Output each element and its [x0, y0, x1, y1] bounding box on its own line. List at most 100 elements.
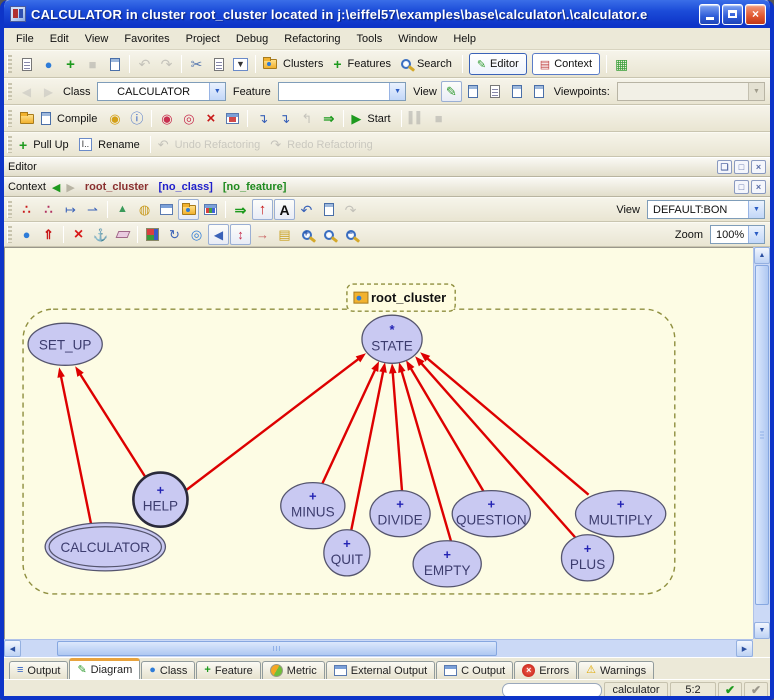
class-toolbar-grip[interactable] — [7, 83, 12, 101]
context-cluster-link[interactable]: root_cluster — [85, 181, 149, 193]
tab-c-output[interactable]: C Output — [436, 661, 513, 679]
cancel-compile-icon[interactable]: × — [200, 108, 221, 129]
clickable-view-icon[interactable] — [463, 81, 484, 102]
class-node-calculator[interactable]: CALCULATOR — [45, 523, 165, 571]
diagram-view-combo[interactable]: DEFAULT:BON▼ — [647, 200, 765, 219]
diagram-undo-icon[interactable]: ↶ — [296, 199, 317, 220]
external-commands-icon[interactable]: ▦ — [611, 54, 632, 75]
close-panel-icon[interactable]: × — [751, 160, 766, 174]
delete-icon[interactable]: × — [68, 224, 89, 245]
editor-button[interactable]: ✎Editor — [469, 53, 527, 75]
note-tool-icon[interactable]: ▤ — [274, 224, 295, 245]
finalize-icon[interactable] — [222, 108, 243, 129]
contract-view-icon[interactable] — [507, 81, 528, 102]
menu-project[interactable]: Project — [178, 30, 228, 48]
quick-melt-icon[interactable]: ◎ — [178, 108, 199, 129]
cut-icon[interactable]: ✂ — [186, 54, 207, 75]
menu-refactoring[interactable]: Refactoring — [276, 30, 348, 48]
class-node-plus[interactable]: +PLUS — [561, 535, 613, 581]
menu-favorites[interactable]: Favorites — [116, 30, 177, 48]
features-button[interactable]: +Features — [330, 54, 397, 75]
paste-icon[interactable]: ▼ — [230, 54, 251, 75]
step-into-icon[interactable]: ↴ — [274, 108, 295, 129]
feature-combo-arrow-icon[interactable]: ▼ — [389, 83, 405, 100]
close-context-icon[interactable]: × — [751, 180, 766, 194]
compile-button[interactable]: Compile — [38, 108, 103, 129]
tab-metric[interactable]: Metric — [262, 661, 325, 679]
inheritance-layout-icon[interactable]: ↑ — [252, 199, 273, 220]
horizontal-scrollbar[interactable]: ◀ ▶ — [4, 639, 753, 657]
class-node-question[interactable]: +QUESTION — [452, 491, 530, 537]
eraser-icon[interactable] — [112, 224, 133, 245]
copy-icon[interactable] — [208, 54, 229, 75]
tab-class[interactable]: ●Class — [141, 661, 195, 679]
refresh-diagram-icon[interactable]: ◎ — [186, 224, 207, 245]
diagram-toolbar-2-grip[interactable] — [7, 226, 12, 242]
maximize-panel-icon[interactable]: □ — [734, 160, 749, 174]
class-node-minus[interactable]: +MINUS — [281, 483, 345, 529]
tab-diagram[interactable]: ✎Diagram — [69, 658, 140, 679]
class-node-state[interactable]: *STATE — [362, 315, 422, 363]
freeze-icon[interactable]: ◉ — [104, 108, 125, 129]
save-all-icon[interactable] — [104, 54, 125, 75]
step-over-icon[interactable]: ↴ — [252, 108, 273, 129]
rename-button[interactable]: I..Rename — [76, 134, 146, 155]
text-view-icon[interactable]: ✎ — [441, 81, 462, 102]
menu-debug[interactable]: Debug — [228, 30, 276, 48]
start-button[interactable]: ▶Start — [348, 108, 396, 129]
cluster-view-icon[interactable] — [178, 199, 199, 220]
interface-view-icon[interactable] — [529, 81, 550, 102]
menu-help[interactable]: Help — [445, 30, 484, 48]
edge-divide-inherits-state[interactable] — [389, 363, 402, 491]
compile-toolbar-grip[interactable] — [7, 110, 12, 128]
force-layout-icon[interactable]: ⇒ — [230, 199, 251, 220]
diagram-toolbar-1-grip[interactable] — [7, 201, 12, 217]
context-button[interactable]: ▤Context — [532, 53, 600, 75]
scroll-right-icon[interactable]: ▶ — [736, 640, 753, 657]
zoom-in-icon[interactable]: + — [296, 224, 317, 245]
scroll-down-icon[interactable]: ▼ — [754, 622, 770, 639]
menu-file[interactable]: File — [8, 30, 42, 48]
class-view-icon[interactable] — [200, 199, 221, 220]
diagram-canvas[interactable]: root_clusterSET_UP*STATE+HELPCALCULATOR+… — [4, 247, 753, 639]
class-combo-arrow-icon[interactable]: ▼ — [209, 83, 225, 100]
fit-selection-icon[interactable]: ⇑ — [38, 224, 59, 245]
class-node-set_up[interactable]: SET_UP — [28, 323, 102, 365]
melt-icon[interactable]: ◉ — [156, 108, 177, 129]
context-feature-link[interactable]: [no_feature] — [223, 181, 287, 193]
menu-view[interactable]: View — [77, 30, 117, 48]
class-combo[interactable]: CALCULATOR▼ — [97, 82, 225, 101]
tab-errors[interactable]: ×Errors — [514, 661, 577, 679]
maximize-button[interactable] — [722, 4, 743, 25]
clusters-button[interactable]: Clusters — [260, 54, 329, 75]
refactor-toolbar-grip[interactable] — [7, 136, 12, 152]
close-button[interactable]: × — [745, 4, 766, 25]
remove-anchor-icon[interactable]: ⚓ — [90, 224, 111, 245]
menu-tools[interactable]: Tools — [349, 30, 391, 48]
edge-multiply-inherits-state[interactable] — [420, 352, 588, 494]
tab-warnings[interactable]: ⚠Warnings — [578, 661, 654, 679]
search-button[interactable]: Search — [398, 54, 458, 75]
sort-links-icon[interactable]: ↕ — [230, 224, 251, 245]
float-panel-icon[interactable]: ❏ — [717, 160, 732, 174]
diagram-zoom-combo-arrow-icon[interactable]: ▼ — [748, 226, 764, 243]
feature-combo[interactable]: ▼ — [278, 82, 406, 101]
inheritance-link-tool-icon[interactable]: ⇀ — [82, 199, 103, 220]
menu-window[interactable]: Window — [390, 30, 445, 48]
ignore-breakpoints-icon[interactable]: ⇒ — [318, 108, 339, 129]
vertical-scroll-thumb[interactable] — [755, 265, 769, 605]
class-node-divide[interactable]: +DIVIDE — [370, 491, 430, 537]
maximize-context-icon[interactable]: □ — [734, 180, 749, 194]
vertical-scrollbar[interactable]: ▲ ▼ — [753, 247, 770, 639]
flat-view-icon[interactable] — [485, 81, 506, 102]
client-link-tool-icon[interactable]: ↦ — [60, 199, 81, 220]
save-diagram-icon[interactable]: ◍ — [134, 199, 155, 220]
horizontal-scroll-thumb[interactable] — [57, 641, 497, 656]
menu-edit[interactable]: Edit — [42, 30, 77, 48]
class-node-help[interactable]: +HELP — [133, 473, 187, 527]
class-node-quit[interactable]: +QUIT — [324, 530, 370, 576]
open-icon[interactable]: ● — [38, 54, 59, 75]
pull-up-button[interactable]: +Pull Up — [16, 134, 75, 155]
toggle-labels-icon[interactable]: A — [274, 199, 295, 220]
link-color-icon[interactable] — [142, 224, 163, 245]
